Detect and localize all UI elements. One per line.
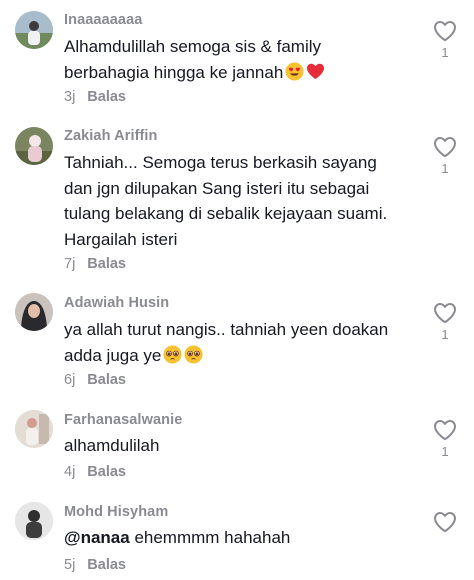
comment-text: @nanaa ehemmmm hahahah: [64, 525, 409, 551]
heart-outline-icon: [434, 420, 456, 441]
like-count: 1: [441, 161, 449, 176]
pleading-face-emoji: [184, 344, 203, 364]
comment-author[interactable]: Adawiah Husin: [64, 295, 169, 311]
comment-author[interactable]: Farhanasalwanie: [64, 412, 182, 428]
comment-time: 5j: [64, 557, 76, 573]
user-mention[interactable]: @nanaa: [64, 528, 130, 547]
comment-meta: 3j Balas: [64, 89, 126, 105]
comment-text: ya allah turut nangis.. tahniah yeen doa…: [64, 317, 409, 368]
heart-outline-icon: [434, 303, 456, 324]
comment-author[interactable]: Zakiah Ariffin: [64, 128, 158, 144]
like-button[interactable]: [430, 511, 460, 533]
heart-outline-icon: [434, 21, 456, 42]
comment-meta: 7j Balas: [64, 256, 126, 272]
comment-text: alhamdulilah: [64, 436, 160, 455]
heart-outline-icon: [434, 512, 456, 533]
comment-author[interactable]: Mohd Hisyham: [64, 504, 168, 520]
reply-button[interactable]: Balas: [87, 557, 126, 573]
red-heart-emoji: [307, 63, 325, 79]
comment-meta: 6j Balas: [64, 372, 126, 388]
avatar[interactable]: [15, 502, 53, 540]
like-count: 1: [441, 444, 449, 459]
comment-time: 7j: [64, 256, 76, 272]
comment-author[interactable]: Inaaaaaaaa: [64, 12, 142, 28]
like-button[interactable]: 1: [430, 419, 460, 459]
comment-text: Alhamdulillah semoga sis & family berbah…: [64, 34, 409, 85]
reply-button[interactable]: Balas: [87, 372, 126, 388]
reply-button[interactable]: Balas: [87, 464, 126, 480]
comment-meta: 4j Balas: [64, 464, 126, 480]
avatar[interactable]: [15, 11, 53, 49]
comment-time: 3j: [64, 89, 76, 105]
heart-eyes-emoji: [285, 61, 304, 81]
comment-meta: 5j Balas: [64, 557, 126, 573]
like-button[interactable]: 1: [430, 136, 460, 176]
comment-time: 4j: [64, 464, 76, 480]
pleading-face-emoji: [163, 344, 182, 364]
like-count: 1: [441, 327, 449, 342]
reply-button[interactable]: Balas: [87, 256, 126, 272]
comment-text-body: ya allah turut nangis.. tahniah yeen doa…: [64, 320, 393, 365]
avatar[interactable]: [15, 410, 53, 448]
reply-button[interactable]: Balas: [87, 89, 126, 105]
comment-time: 6j: [64, 372, 76, 388]
comment-text: Tahniah... Semoga terus berkasih sayang …: [64, 153, 392, 249]
heart-outline-icon: [434, 137, 456, 158]
avatar[interactable]: [15, 293, 53, 331]
like-count: 1: [441, 45, 449, 60]
like-button[interactable]: 1: [430, 20, 460, 60]
like-button[interactable]: 1: [430, 302, 460, 342]
comment-text-body: ehemmmm hahahah: [129, 528, 291, 547]
avatar[interactable]: [15, 127, 53, 165]
